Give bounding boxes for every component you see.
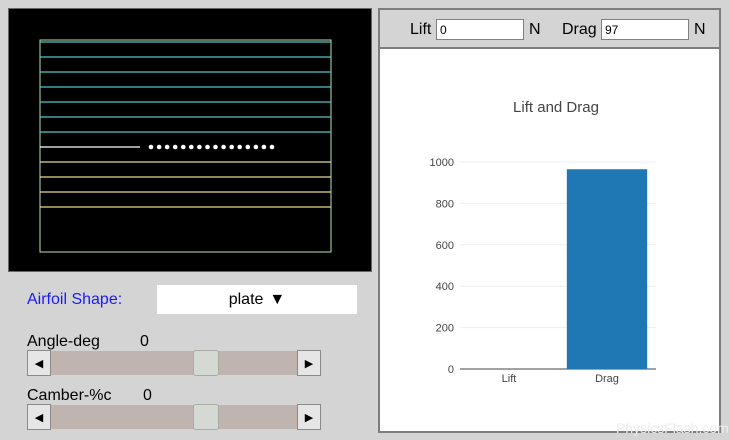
chevron-down-icon: ▼ (269, 290, 286, 308)
airfoil-shape-value: plate (228, 290, 264, 308)
force-panel: Lift N Drag N Lift and Drag 0 200 400 600 800… (378, 8, 721, 433)
airfoil-shape-dropdown[interactable]: plate ▼ (157, 285, 357, 314)
camber-decrease-button[interactable]: ◀ (27, 404, 51, 430)
airfoil-particle (181, 144, 186, 150)
lift-label: Lift (410, 21, 432, 38)
airfoil-particle (197, 144, 202, 150)
arrow-left-icon: ◀ (34, 411, 44, 424)
arrow-left-icon: ◀ (34, 357, 44, 370)
drag-label: Drag (562, 21, 597, 38)
lift-input[interactable] (436, 19, 524, 40)
airfoil-particle (269, 144, 275, 150)
camber-slider-thumb[interactable] (192, 404, 219, 430)
airfoil-particle (229, 144, 234, 150)
airfoil-shape-label: Airfoil Shape: (27, 291, 123, 308)
arrow-right-icon: ▶ (304, 357, 314, 370)
airfoil-particle (237, 144, 242, 150)
y-tick-label: 800 (436, 198, 454, 210)
angle-decrease-button[interactable]: ◀ (27, 350, 51, 376)
force-readout-bar: Lift N Drag N (380, 10, 719, 49)
camber-slider-track[interactable] (51, 404, 297, 430)
y-tick-label: 600 (436, 240, 454, 252)
airfoil-particle (189, 144, 194, 150)
y-tick-label: 1000 (430, 157, 454, 169)
angle-slider-thumb[interactable] (192, 350, 219, 376)
y-tick-label: 200 (436, 323, 454, 335)
chart-title: Lift and Drag (513, 99, 599, 116)
angle-slider-track[interactable] (51, 350, 297, 376)
airfoil-particle (148, 144, 154, 150)
angle-value: 0 (140, 333, 149, 350)
airfoil-particle (213, 144, 218, 150)
bar-drag (566, 169, 648, 369)
airfoil-particle (164, 144, 170, 150)
airfoil-particle (253, 144, 259, 150)
streamline-canvas (39, 39, 332, 253)
camber-label: Camber-%c (27, 387, 112, 404)
lift-drag-chart: Lift and Drag 0 200 400 600 800 1000 Lift Drag (430, 99, 656, 385)
camber-slider[interactable]: ◀ ▶ (27, 404, 323, 432)
camber-value: 0 (143, 387, 152, 404)
y-tick-label: 0 (448, 364, 454, 376)
drag-input[interactable] (601, 19, 689, 40)
flow-simulation-view (8, 8, 372, 272)
airfoil-particle (261, 144, 267, 150)
y-tick-label: 400 (436, 281, 454, 293)
camber-increase-button[interactable]: ▶ (297, 404, 321, 430)
airfoil-particle (221, 144, 226, 150)
airfoil-particle (156, 144, 162, 150)
angle-increase-button[interactable]: ▶ (297, 350, 321, 376)
x-tick-label: Lift (502, 373, 517, 385)
angle-slider[interactable]: ◀ ▶ (27, 350, 323, 378)
watermark: PhysicsFlash.com (616, 420, 729, 436)
airfoil-particle (205, 144, 210, 150)
angle-label: Angle-deg (27, 333, 100, 350)
airfoil-particle (245, 144, 251, 150)
airfoil-particle (172, 144, 178, 150)
arrow-right-icon: ▶ (304, 411, 314, 424)
x-tick-label: Drag (595, 373, 619, 385)
drag-unit: N (694, 21, 706, 38)
lift-unit: N (529, 21, 541, 38)
